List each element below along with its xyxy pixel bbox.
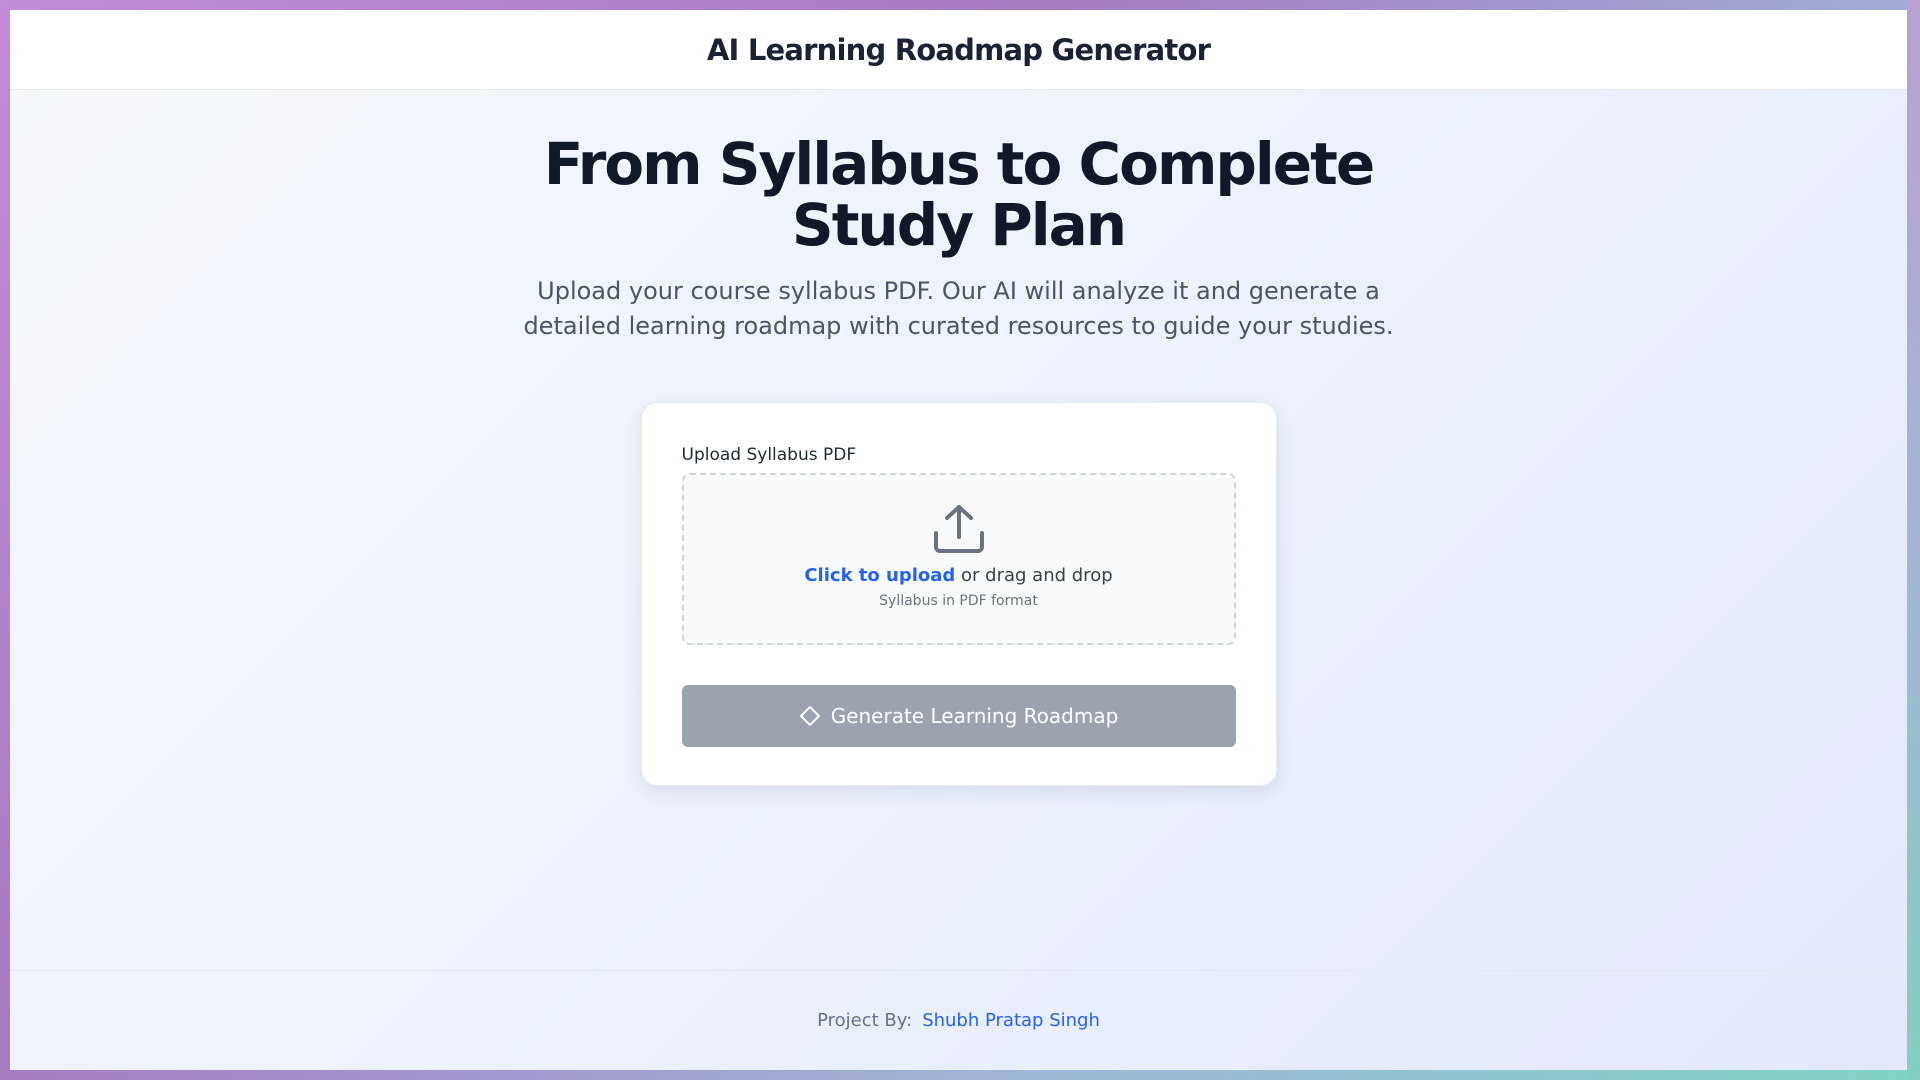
upload-card: Upload Syllabus PDF Click to upload or d… [640, 402, 1277, 786]
pdf-dropzone[interactable]: Click to upload or drag and drop Syllabu… [681, 473, 1236, 645]
hero-title: From Syllabus to Complete Study Plan [543, 130, 1375, 259]
footer-prefix: Project By: [817, 1010, 913, 1031]
tag-icon [799, 705, 821, 727]
window-edge [1907, 0, 1920, 1080]
click-to-upload-link[interactable]: Click to upload [804, 565, 955, 586]
drag-drop-text: or drag and drop [955, 565, 1113, 586]
generate-roadmap-button[interactable]: Generate Learning Roadmap [681, 685, 1236, 747]
upload-label: Upload Syllabus PDF [681, 445, 857, 465]
author-link[interactable]: Shubh Pratap Singh [922, 1010, 1100, 1031]
dropzone-instructions: Click to upload or drag and drop [804, 565, 1112, 586]
generate-button-label: Generate Learning Roadmap [830, 704, 1119, 728]
hero-subtitle: Upload your course syllabus PDF. Our AI … [523, 277, 1394, 340]
top-header: AI Learning Roadmap Generator [10, 10, 1907, 90]
upload-icon [932, 503, 986, 555]
page-footer: Project By: Shubh Pratap Singh [10, 970, 1907, 1070]
main-content: From Syllabus to Complete Study Plan Upl… [10, 90, 1907, 786]
app-title: AI Learning Roadmap Generator [706, 32, 1211, 67]
dropzone-hint: Syllabus in PDF format [879, 593, 1038, 609]
app-window: AI Learning Roadmap Generator From Sylla… [10, 10, 1907, 1070]
